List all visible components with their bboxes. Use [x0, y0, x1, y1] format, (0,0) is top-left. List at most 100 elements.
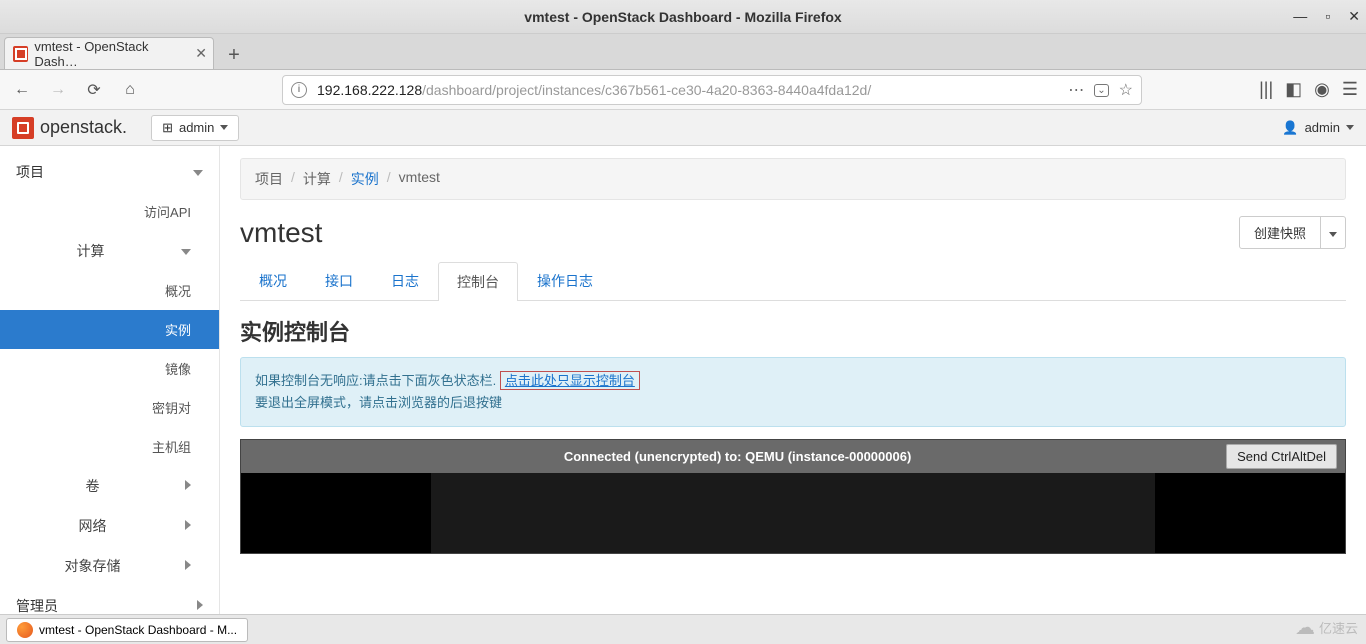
tab-log[interactable]: 日志	[372, 261, 438, 300]
watermark-text: 亿速云	[1319, 618, 1358, 637]
watermark: ☁ 亿速云	[1295, 615, 1358, 640]
console-hint-alert: 如果控制台无响应:请点击下面灰色状态栏. 点击此处只显示控制台 要退出全屏模式，…	[240, 357, 1346, 427]
chevron-down-icon	[181, 244, 191, 258]
pocket-icon[interactable]	[1094, 80, 1108, 100]
show-only-console-link[interactable]: 点击此处只显示控制台	[500, 371, 640, 390]
breadcrumb-compute[interactable]: 计算	[303, 169, 331, 189]
hint-text-2: 要退出全屏模式，请点击浏览器的后退按键	[255, 392, 1331, 414]
url-path: /dashboard/project/instances/c367b561-ce…	[422, 82, 871, 98]
window-close-icon[interactable]: ✕	[1348, 8, 1360, 25]
content: 项目/ 计算/ 实例/ vmtest vmtest 创建快照 概况 接口 日志 …	[220, 146, 1366, 614]
openstack-logo[interactable]: openstack.	[12, 117, 127, 139]
sidebar: 项目 访问API 计算 概况 实例 镜像 密钥对 主机组 卷 网络 对象存储 管…	[0, 146, 220, 614]
sidebar-item-label: 计算	[0, 241, 181, 261]
breadcrumb-project[interactable]: 项目	[255, 169, 283, 189]
browser-navbar: i 192.168.222.128/dashboard/project/inst…	[0, 70, 1366, 110]
sidebar-item-keypairs[interactable]: 密钥对	[0, 388, 219, 427]
site-info-icon[interactable]: i	[291, 82, 307, 98]
chevron-down-icon	[1346, 125, 1354, 130]
sidebar-item-label: 密钥对	[152, 398, 191, 417]
url-host: 192.168.222.128	[317, 82, 422, 98]
sidebar-item-label: 卷	[0, 476, 185, 496]
openstack-brand-text: openstack.	[40, 117, 127, 138]
sidebar-item-project[interactable]: 项目	[0, 152, 219, 192]
sidebar-item-compute[interactable]: 计算	[0, 231, 219, 271]
sidebar-item-instances[interactable]: 实例	[0, 310, 219, 349]
tab-interfaces[interactable]: 接口	[306, 261, 372, 300]
openstack-logo-icon	[12, 117, 34, 139]
bookmark-star-icon[interactable]	[1119, 80, 1133, 100]
page-actions-icon[interactable]	[1068, 80, 1084, 100]
cloud-icon: ☁	[1295, 615, 1315, 640]
window-title: vmtest - OpenStack Dashboard - Mozilla F…	[524, 9, 841, 25]
chevron-right-icon	[185, 559, 191, 573]
taskbar-app-label: vmtest - OpenStack Dashboard - M...	[39, 623, 237, 637]
tab-action-log[interactable]: 操作日志	[518, 261, 612, 300]
detail-tabs: 概况 接口 日志 控制台 操作日志	[240, 261, 1346, 301]
sidebar-item-label: 对象存储	[0, 556, 185, 576]
user-icon	[1282, 120, 1298, 136]
breadcrumb-current: vmtest	[399, 169, 440, 189]
desktop-taskbar: vmtest - OpenStack Dashboard - M...	[0, 614, 1366, 644]
sidebar-item-api[interactable]: 访问API	[0, 192, 219, 231]
project-icon	[162, 120, 173, 136]
window-minimize-icon[interactable]: —	[1293, 8, 1307, 25]
hint-text-1: 如果控制台无响应:请点击下面灰色状态栏.	[255, 373, 500, 388]
browser-tab[interactable]: vmtest - OpenStack Dash… ✕	[4, 37, 214, 69]
page-title: vmtest	[240, 217, 322, 249]
firefox-icon	[17, 622, 33, 638]
breadcrumb-instances[interactable]: 实例	[351, 169, 379, 189]
taskbar-firefox[interactable]: vmtest - OpenStack Dashboard - M...	[6, 618, 248, 642]
create-snapshot-button[interactable]: 创建快照	[1239, 216, 1321, 249]
user-name: admin	[1305, 120, 1340, 135]
sidebar-item-label: 项目	[16, 162, 44, 182]
sidebar-item-label: 概况	[165, 281, 191, 300]
sidebar-item-server-groups[interactable]: 主机组	[0, 427, 219, 466]
sidebar-item-admin[interactable]: 管理员	[0, 586, 219, 614]
tab-console[interactable]: 控制台	[438, 262, 518, 301]
sidebar-toggle-icon[interactable]	[1285, 79, 1302, 100]
tab-close-icon[interactable]: ✕	[195, 45, 207, 62]
hamburger-menu-icon[interactable]	[1342, 79, 1358, 100]
chevron-down-icon	[220, 125, 228, 130]
sidebar-item-label: 访问API	[144, 202, 191, 221]
back-icon[interactable]	[8, 76, 36, 104]
sidebar-item-network[interactable]: 网络	[0, 506, 219, 546]
new-tab-button[interactable]: +	[220, 41, 248, 69]
user-menu[interactable]: admin	[1282, 120, 1354, 136]
project-selector[interactable]: admin	[151, 115, 239, 141]
window-maximize-icon[interactable]: ▫	[1325, 8, 1330, 25]
chevron-down-icon	[1329, 232, 1337, 237]
browser-tabstrip: vmtest - OpenStack Dash… ✕ +	[0, 34, 1366, 70]
window-titlebar: vmtest - OpenStack Dashboard - Mozilla F…	[0, 0, 1366, 34]
sidebar-item-label: 网络	[0, 516, 185, 536]
sidebar-item-object-store[interactable]: 对象存储	[0, 546, 219, 586]
chevron-right-icon	[185, 479, 191, 493]
breadcrumb: 项目/ 计算/ 实例/ vmtest	[240, 158, 1346, 200]
sidebar-item-label: 主机组	[152, 437, 191, 456]
sidebar-item-volumes[interactable]: 卷	[0, 466, 219, 506]
home-icon[interactable]	[116, 76, 144, 104]
url-bar[interactable]: i 192.168.222.128/dashboard/project/inst…	[282, 75, 1142, 105]
console-screen[interactable]	[241, 473, 1345, 553]
sidebar-item-overview[interactable]: 概况	[0, 271, 219, 310]
console-status: Connected (unencrypted) to: QEMU (instan…	[249, 449, 1226, 464]
console-heading: 实例控制台	[240, 315, 1346, 347]
console-viewport[interactable]	[431, 473, 1155, 553]
library-icon[interactable]	[1259, 79, 1273, 100]
sidebar-item-label: 管理员	[16, 596, 58, 614]
chevron-right-icon	[185, 519, 191, 533]
project-name: admin	[179, 120, 214, 135]
chevron-right-icon	[197, 599, 203, 613]
account-icon[interactable]	[1314, 79, 1330, 100]
send-ctrlaltdel-button[interactable]: Send CtrlAltDel	[1226, 444, 1337, 469]
reload-icon[interactable]	[80, 76, 108, 104]
sidebar-item-label: 实例	[165, 320, 191, 339]
action-dropdown-button[interactable]	[1321, 216, 1346, 249]
sidebar-item-images[interactable]: 镜像	[0, 349, 219, 388]
forward-icon[interactable]	[44, 76, 72, 104]
openstack-favicon	[13, 46, 28, 62]
tab-overview[interactable]: 概况	[240, 261, 306, 300]
console-header[interactable]: Connected (unencrypted) to: QEMU (instan…	[241, 440, 1345, 473]
browser-tab-label: vmtest - OpenStack Dash…	[34, 39, 189, 69]
